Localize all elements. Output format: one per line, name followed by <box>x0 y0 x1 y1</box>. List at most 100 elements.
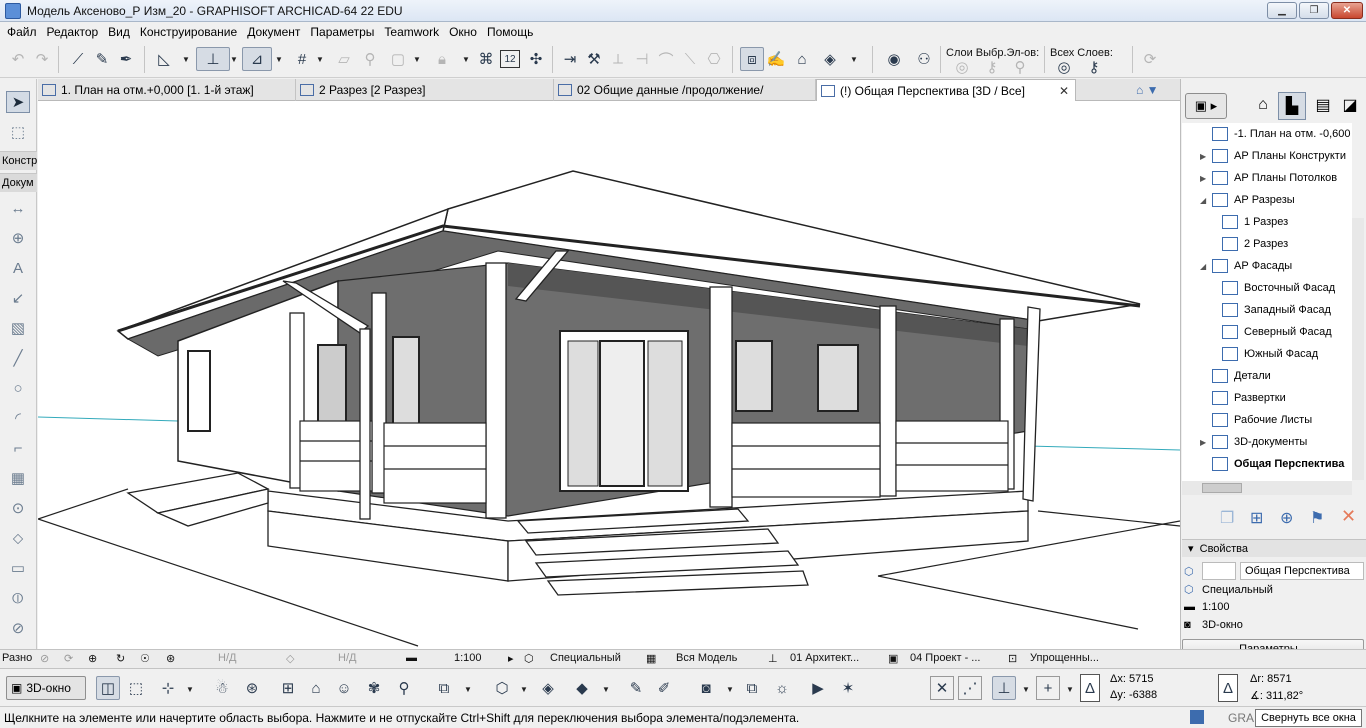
navigator-item[interactable]: Развертки <box>1212 387 1286 409</box>
intersect-icon[interactable]: ⟍ <box>678 47 702 71</box>
eyedropper-icon[interactable]: ✎ <box>90 47 114 71</box>
connect-icon[interactable]: ✾ <box>362 676 386 700</box>
label-icon[interactable]: ↙ <box>6 287 30 309</box>
toolbox-document-tab[interactable]: Докум <box>0 173 37 192</box>
3d-cube-icon[interactable]: ⬚ <box>124 676 148 700</box>
tree-expander-icon[interactable]: ◢ <box>1200 262 1206 271</box>
new-folder-icon[interactable]: ❐ <box>1220 508 1234 528</box>
layer-combo-icon[interactable]: ◈ <box>818 47 842 71</box>
3d-viewport[interactable] <box>38 101 1180 649</box>
navigator-item[interactable]: Южный Фасад <box>1222 343 1318 365</box>
menu-item-1[interactable]: Редактор <box>44 25 106 39</box>
menu-item-7[interactable]: Окно <box>446 25 484 39</box>
properties-header[interactable]: ▾ Свойства <box>1182 539 1366 557</box>
simplified-value[interactable]: Упрощенны... <box>1030 652 1099 664</box>
navigator-item[interactable]: Детали <box>1212 365 1271 387</box>
xy-coordinates-icon[interactable]: ⊿ <box>242 47 272 71</box>
tab-3d-perspective[interactable]: (!) Общая Перспектива [3D / Все] ✕ <box>816 79 1076 101</box>
close-button[interactable]: ✕ <box>1331 2 1363 19</box>
photo-icon[interactable]: ◙ <box>694 676 718 700</box>
orbit-icon[interactable]: ↻ <box>116 652 125 665</box>
navigator-item[interactable]: -1. План на отм. -0,600 <box>1212 123 1351 145</box>
fillet-icon[interactable]: ⌒ <box>654 47 678 71</box>
split-icon[interactable]: ⟂ <box>606 47 630 71</box>
navigator-item[interactable]: ◢ АР Разрезы <box>1200 189 1295 211</box>
navigator-h-scrollbar[interactable] <box>1182 481 1352 495</box>
navigator-item[interactable]: Северный Фасад <box>1222 321 1332 343</box>
tree-expander-icon[interactable]: ◢ <box>1200 196 1206 205</box>
group-icon[interactable]: ▢ <box>386 47 410 71</box>
navigator-item[interactable]: ◢ АР Фасады <box>1200 255 1292 277</box>
drawing-icon[interactable]: ▦ <box>6 467 30 489</box>
walk-person-icon[interactable]: ☃ <box>210 676 234 700</box>
slab-icon[interactable]: ▱ <box>332 47 356 71</box>
navigator-item[interactable]: 2 Разрез <box>1222 233 1288 255</box>
tree-expander-icon[interactable]: ▶ <box>1200 152 1206 161</box>
tab-layout[interactable]: 02 Общие данные /продолжение/ <box>554 79 816 101</box>
3d-box-icon[interactable]: ◫ <box>96 676 120 700</box>
navigator-item[interactable]: ▶ 3D-документы <box>1200 431 1307 453</box>
navigator-item[interactable]: Общая Перспектива <box>1212 453 1344 475</box>
layer-lock-icon[interactable]: ⚇ <box>912 47 936 71</box>
magic-wand-icon[interactable]: ⚲ <box>358 47 382 71</box>
menu-item-4[interactable]: Документ <box>244 25 307 39</box>
pin-icon[interactable]: ⚲ <box>392 676 416 700</box>
walk-icon[interactable]: ☉ <box>140 652 150 665</box>
snap-line-icon[interactable]: ⋰ <box>958 676 982 700</box>
axes-icon[interactable]: ⊹ <box>156 676 180 700</box>
view-map-icon[interactable]: ▙ <box>1278 92 1306 120</box>
gravity-icon[interactable]: ⊥ <box>196 47 230 71</box>
minimize-button[interactable]: ▁ <box>1267 2 1297 19</box>
clone-view-icon[interactable]: ⊞ <box>1250 508 1263 528</box>
scale-caret-icon[interactable]: ▸ <box>508 652 514 665</box>
restore-button[interactable]: ❐ <box>1299 2 1329 19</box>
change-icon[interactable]: ▭ <box>6 557 30 579</box>
polar-delta-icon[interactable]: Δ <box>1218 674 1238 702</box>
trace-icon[interactable]: ⌘ <box>474 47 498 71</box>
menu-item-6[interactable]: Teamwork <box>381 25 446 39</box>
explore-icon[interactable]: ⊛ <box>240 676 264 700</box>
effects-icon[interactable]: ✶ <box>836 676 860 700</box>
redo-view-icon[interactable]: ⟳ <box>64 652 73 665</box>
figure-3d-icon[interactable]: ☺ <box>332 676 356 700</box>
copy-icon[interactable]: ⧉ <box>432 676 456 700</box>
plus-icon[interactable]: + <box>1036 676 1060 700</box>
new-subset-icon[interactable]: ⚑ <box>1310 508 1324 528</box>
figure-icon[interactable]: ⬦ <box>6 527 30 549</box>
layer-wire-icon[interactable]: ⚲ <box>1008 59 1032 76</box>
adjust-icon[interactable]: ⊣ <box>630 47 654 71</box>
pen-set-bar-icon[interactable]: ⬡ <box>524 652 534 665</box>
toolbox-construct-tab[interactable]: Констру <box>0 151 37 170</box>
tree-expander-icon[interactable]: ▶ <box>1200 438 1206 447</box>
renovation-icon[interactable]: ▣ <box>888 652 898 665</box>
view-name-field[interactable]: Общая Перспектива <box>1240 562 1364 580</box>
close-tab-icon[interactable]: ✕ <box>1059 84 1069 98</box>
undo-view-icon[interactable]: ⊘ <box>40 652 49 665</box>
navigator-popup-button[interactable]: ▣ ▸ <box>1185 93 1227 119</box>
model-value[interactable]: Вся Модель <box>676 652 737 664</box>
filter-icon[interactable]: ⬡ <box>490 676 514 700</box>
detail-icon[interactable]: ⊙ <box>6 497 30 519</box>
navigator-scrollbar[interactable] <box>1352 218 1364 480</box>
circle-icon[interactable]: ○ <box>6 377 30 399</box>
scale-ruler-icon[interactable]: ▬ <box>406 652 417 664</box>
dimension-icon[interactable]: ↔ <box>6 197 30 219</box>
work-env-icon[interactable] <box>1190 710 1204 724</box>
model-view-icon[interactable]: ▦ <box>646 652 656 665</box>
all-layers-eye-icon[interactable]: ◎ <box>1052 59 1076 76</box>
text-icon[interactable]: A <box>6 257 30 279</box>
trim-icon[interactable]: ⧈ <box>740 47 764 71</box>
tab-floor-plan[interactable]: 1. План на отм.+0,000 [1. 1-й этаж] <box>38 79 296 101</box>
navigator-item[interactable]: Западный Фасад <box>1222 299 1331 321</box>
refresh-icon[interactable]: ⟳ <box>1138 47 1162 71</box>
suspend-groups-icon[interactable]: ✣ <box>524 47 548 71</box>
marquee-icon[interactable]: ⬚ <box>6 121 30 143</box>
tab-list-button[interactable]: ⌂ ▼ <box>1132 79 1180 101</box>
structure-icon[interactable]: ⊡ <box>1008 652 1017 665</box>
menu-item-3[interactable]: Конструирование <box>137 25 244 39</box>
section-icon[interactable]: ⦶ <box>6 587 30 609</box>
syringe-icon[interactable]: ✒ <box>114 47 138 71</box>
layer-eye-icon[interactable]: ◎ <box>950 59 974 76</box>
redo-icon[interactable]: ↷ <box>30 47 54 71</box>
fill-icon[interactable]: ▧ <box>6 317 30 339</box>
